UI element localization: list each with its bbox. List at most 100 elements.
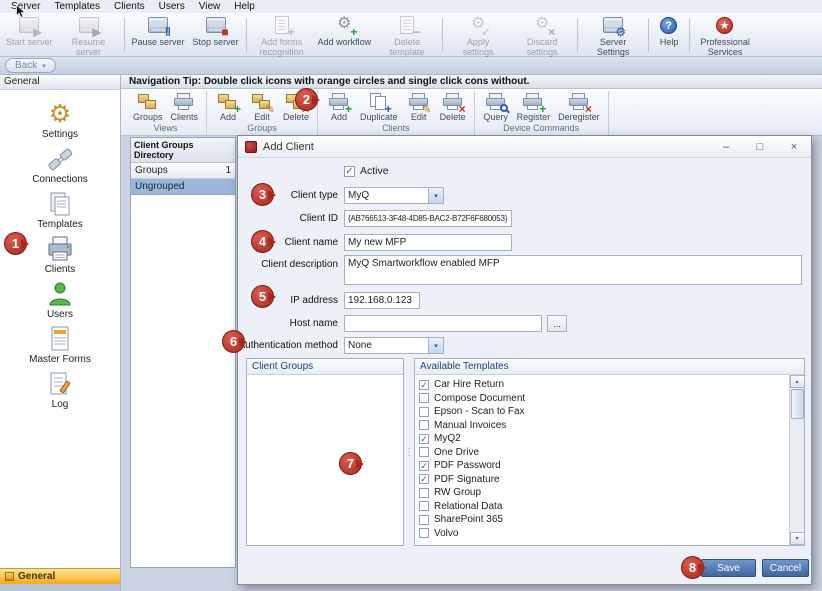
client-name-input[interactable]: My new MFP — [344, 234, 512, 251]
template-checkbox[interactable] — [419, 474, 429, 484]
template-checkbox[interactable] — [419, 420, 429, 430]
authentication-method-dropdown[interactable]: None ▾ — [344, 337, 444, 354]
template-item-relational-data[interactable]: Relational Data — [419, 500, 787, 514]
template-checkbox[interactable] — [419, 380, 429, 390]
template-item-pdf-password[interactable]: PDF Password — [419, 459, 787, 473]
pause-server-button[interactable]: ‖ Pause server — [128, 15, 189, 55]
device-query-button[interactable]: Query — [481, 91, 511, 123]
sidebar-item-settings[interactable]: ⚙ Settings — [0, 99, 120, 144]
scroll-down-icon[interactable]: ▾ — [790, 532, 805, 545]
server-settings-button[interactable]: ⚙ Server Settings — [581, 15, 645, 55]
client-edit-button[interactable]: ✎ Edit — [404, 91, 434, 123]
template-checkbox[interactable] — [419, 393, 429, 403]
template-checkbox[interactable] — [419, 528, 429, 538]
device-register-button[interactable]: + Register — [515, 91, 553, 123]
host-name-input[interactable] — [344, 315, 542, 332]
delete-template-button[interactable]: − Delete template — [375, 15, 439, 55]
resume-server-button[interactable]: ▶ Resume server — [57, 15, 121, 55]
group-edit-icon: ✎ — [249, 92, 275, 113]
menu-view[interactable]: View — [192, 0, 228, 13]
settings-gear-icon: ⚙ — [45, 99, 75, 129]
active-checkbox[interactable] — [344, 166, 355, 177]
back-button[interactable]: Back ▾ — [5, 58, 56, 73]
template-item-sharepoint-365[interactable]: SharePoint 365 — [419, 513, 787, 527]
groups-view-icon — [135, 92, 161, 113]
template-item-epson-scan-to-fax[interactable]: Epson - Scan to Fax — [419, 405, 787, 419]
groups-column-header[interactable]: Groups 1 — [131, 163, 235, 179]
ip-address-input[interactable]: 192.168.0.123 — [344, 292, 420, 309]
minimize-button[interactable]: – — [712, 138, 740, 156]
apply-settings-icon: ⚙✓ — [465, 16, 491, 36]
client-add-button[interactable]: + Add — [324, 91, 354, 123]
toolbar-separator — [442, 18, 443, 52]
template-item-pdf-signature[interactable]: PDF Signature — [419, 473, 787, 487]
start-server-button[interactable]: ▶ Start server — [2, 15, 57, 55]
start-server-label: Start server — [6, 38, 53, 48]
template-item-volvo[interactable]: Volvo — [419, 527, 787, 541]
maximize-button[interactable]: □ — [746, 138, 774, 156]
menu-clients[interactable]: Clients — [107, 0, 152, 13]
template-item-rw-group[interactable]: RW Group — [419, 486, 787, 500]
templates-scrollbar[interactable]: ▴ ▾ — [789, 375, 804, 545]
template-item-one-drive[interactable]: One Drive — [419, 446, 787, 460]
sidebar-item-master-forms[interactable]: Master Forms — [0, 324, 120, 369]
template-checkbox[interactable] — [419, 407, 429, 417]
sidebar-item-users[interactable]: Users — [0, 279, 120, 324]
group-add-button[interactable]: + Add — [213, 91, 243, 123]
authentication-method-label: Authentication method — [238, 340, 338, 351]
template-item-compose-document[interactable]: Compose Document — [419, 392, 787, 406]
views-groups-button[interactable]: Groups — [131, 91, 165, 123]
device-query-label: Query — [483, 113, 508, 122]
template-label: PDF Password — [434, 460, 501, 471]
scrollbar-thumb[interactable] — [791, 389, 804, 419]
template-label: Manual Invoices — [434, 420, 506, 431]
device-deregister-button[interactable]: × Deregister — [556, 91, 602, 123]
ribbon-group-clients: + Add + Duplicate ✎ Edit × Delete Client… — [318, 91, 475, 135]
discard-settings-button[interactable]: ⚙× Discard settings — [510, 15, 574, 55]
template-item-myq2[interactable]: MyQ2 — [419, 432, 787, 446]
professional-services-button[interactable]: ★ Professional Services — [693, 15, 757, 55]
host-name-browse-button[interactable]: ... — [547, 315, 567, 332]
client-duplicate-button[interactable]: + Duplicate — [358, 91, 400, 123]
template-checkbox[interactable] — [419, 447, 429, 457]
template-label: PDF Signature — [434, 474, 500, 485]
dialog-titlebar[interactable]: Add Client – □ × — [238, 136, 811, 158]
apply-settings-button[interactable]: ⚙✓ Apply settings — [446, 15, 510, 55]
template-item-manual-invoices[interactable]: Manual Invoices — [419, 419, 787, 433]
template-checkbox[interactable] — [419, 501, 429, 511]
views-clients-button[interactable]: Clients — [169, 91, 201, 123]
menu-help[interactable]: Help — [227, 0, 262, 13]
client-description-label: Client description — [238, 259, 338, 270]
template-item-car-hire-return[interactable]: Car Hire Return — [419, 378, 787, 392]
menu-templates[interactable]: Templates — [47, 0, 107, 13]
sidebar-item-connections[interactable]: Connections — [0, 144, 120, 189]
sidebar-item-templates[interactable]: Templates — [0, 189, 120, 234]
client-description-input[interactable]: MyQ Smartworkflow enabled MFP — [344, 255, 802, 285]
client-delete-button[interactable]: × Delete — [438, 91, 468, 123]
sidebar-item-log[interactable]: Log — [0, 369, 120, 414]
template-checkbox[interactable] — [419, 434, 429, 444]
template-checkbox[interactable] — [419, 488, 429, 498]
stop-server-button[interactable]: ■ Stop server — [189, 15, 243, 55]
group-edit-button[interactable]: ✎ Edit — [247, 91, 277, 123]
template-checkbox[interactable] — [419, 461, 429, 471]
client-type-dropdown[interactable]: MyQ ▾ — [344, 187, 444, 204]
scroll-up-icon[interactable]: ▴ — [790, 375, 805, 388]
main-toolbar: ▶ Start server ▶ Resume server ‖ Pause s… — [0, 13, 822, 57]
template-checkbox[interactable] — [419, 515, 429, 525]
sidebar-item-clients-label: Clients — [45, 264, 76, 275]
client-groups-panel: Client Groups — [246, 358, 404, 546]
add-workflow-button[interactable]: ⚙+ Add workflow — [314, 15, 376, 55]
group-row-ungrouped[interactable]: Ungrouped — [131, 179, 235, 195]
add-forms-recognition-button[interactable]: + Add forms recognition — [250, 15, 314, 55]
client-id-input[interactable]: {AB766513-3F48-4D85-BAC2-B72F6F680053} — [344, 210, 512, 227]
menu-users[interactable]: Users — [152, 0, 192, 13]
help-button[interactable]: ? Help — [652, 15, 686, 55]
toolbar-separator — [577, 18, 578, 52]
toolbar-separator — [689, 18, 690, 52]
close-button[interactable]: × — [780, 138, 808, 156]
clients-ribbon: Groups Clients Views + Add ✎ Edit — [121, 89, 822, 136]
cancel-button[interactable]: Cancel — [762, 559, 809, 577]
panel-splitter[interactable]: ⋮ — [404, 358, 414, 546]
sidebar-footer-general[interactable]: General — [0, 568, 120, 584]
